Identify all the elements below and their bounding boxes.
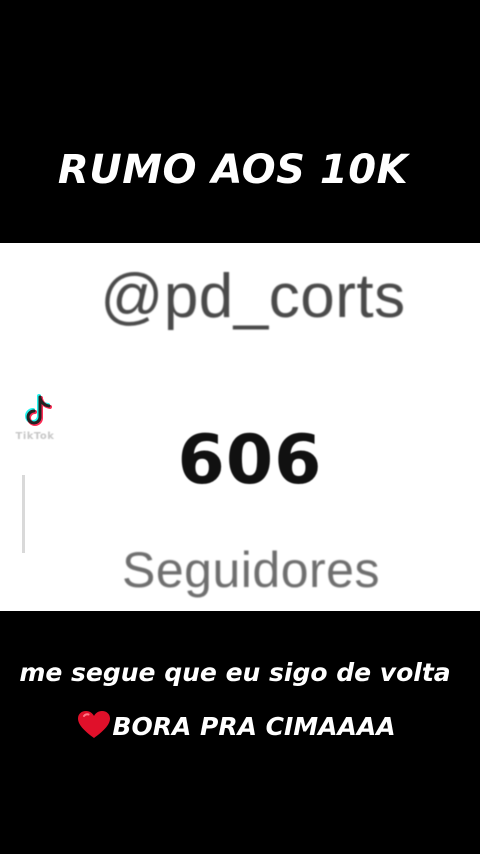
caption-part-2: BORA PRA CIMAAAA [112, 712, 396, 741]
headline-text: RUMO AOS 10K [57, 147, 409, 193]
follower-count: 606 [177, 421, 323, 500]
profile-handle: @pd_corts [100, 262, 406, 331]
top-black-band [0, 0, 480, 243]
follower-label: Seguidores [122, 542, 380, 598]
caption-text: me segue que eu sigo de volta BORA PRA C… [10, 646, 460, 754]
caption-part-1: me segue que eu sigo de volta [19, 658, 451, 687]
profile-screenshot-panel: @pd_corts TikTok 606 Seguidores [0, 243, 480, 611]
red-heart-icon [78, 711, 111, 738]
